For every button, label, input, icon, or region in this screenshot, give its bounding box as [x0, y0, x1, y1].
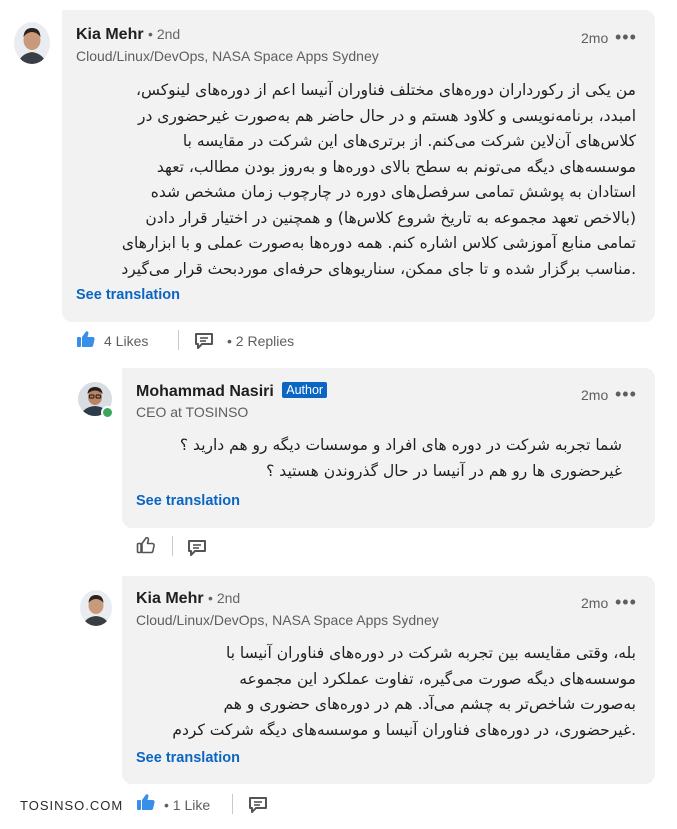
more-options-icon[interactable]: •••: [615, 385, 637, 403]
commenter-name[interactable]: Kia Mehr • 2nd: [76, 26, 180, 44]
connection-degree: • 2nd: [208, 590, 241, 606]
like-icon[interactable]: [136, 793, 156, 816]
reply-icon[interactable]: [248, 796, 268, 819]
avatar[interactable]: [14, 22, 50, 64]
comment-text: من یکی از رکورداران دوره‌های مختلف فناور…: [121, 81, 636, 278]
commenter-name[interactable]: Kia Mehr • 2nd: [136, 590, 240, 608]
comment-bubble: Kia Mehr • 2nd Cloud/Linux/DevOps, NASA …: [62, 10, 655, 322]
comment-time: 2mo: [581, 30, 609, 46]
comment-time: 2mo: [581, 595, 609, 611]
reply-bubble: Kia Mehr • 2nd Cloud/Linux/DevOps, NASA …: [122, 576, 655, 784]
divider: [178, 330, 179, 350]
reply-icon[interactable]: [187, 539, 207, 562]
reply-icon[interactable]: [194, 332, 214, 355]
bullet: •: [227, 333, 236, 349]
likes-count[interactable]: 4 Likes: [104, 333, 148, 349]
like-icon[interactable]: [76, 330, 96, 353]
commenter-name[interactable]: Mohammad Nasiri Author: [136, 382, 328, 401]
commenter-headline: Cloud/Linux/DevOps, NASA Space Apps Sydn…: [76, 48, 379, 64]
commenter-headline: Cloud/Linux/DevOps, NASA Space Apps Sydn…: [136, 612, 439, 628]
commenter-headline: CEO at TOSINSO: [136, 404, 249, 420]
comment-text: بله، وقتی مقایسه بین تجربه شرکت در دوره‌…: [172, 644, 636, 739]
see-translation-link[interactable]: See translation: [76, 287, 180, 303]
replies-count[interactable]: • 2 Replies: [227, 333, 294, 349]
divider: [232, 794, 233, 814]
online-status-indicator: [101, 406, 114, 419]
likes-count[interactable]: • 1 Like: [164, 797, 210, 813]
like-icon[interactable]: [136, 536, 156, 559]
comment-text: شما تجربه شرکت در دوره های افراد و موسسا…: [179, 436, 622, 480]
divider: [172, 536, 173, 556]
see-translation-link[interactable]: See translation: [136, 750, 240, 766]
more-options-icon[interactable]: •••: [615, 28, 637, 46]
see-translation-link[interactable]: See translation: [136, 493, 240, 509]
connection-degree: • 2nd: [148, 26, 181, 42]
comment-time: 2mo: [581, 387, 609, 403]
author-badge: Author: [282, 382, 328, 398]
watermark: TOSINSO.COM: [20, 798, 124, 813]
bullet: •: [164, 797, 173, 813]
avatar[interactable]: [80, 590, 112, 626]
more-options-icon[interactable]: •••: [615, 593, 637, 611]
reply-bubble: Mohammad Nasiri Author CEO at TOSINSO 2m…: [122, 368, 655, 528]
